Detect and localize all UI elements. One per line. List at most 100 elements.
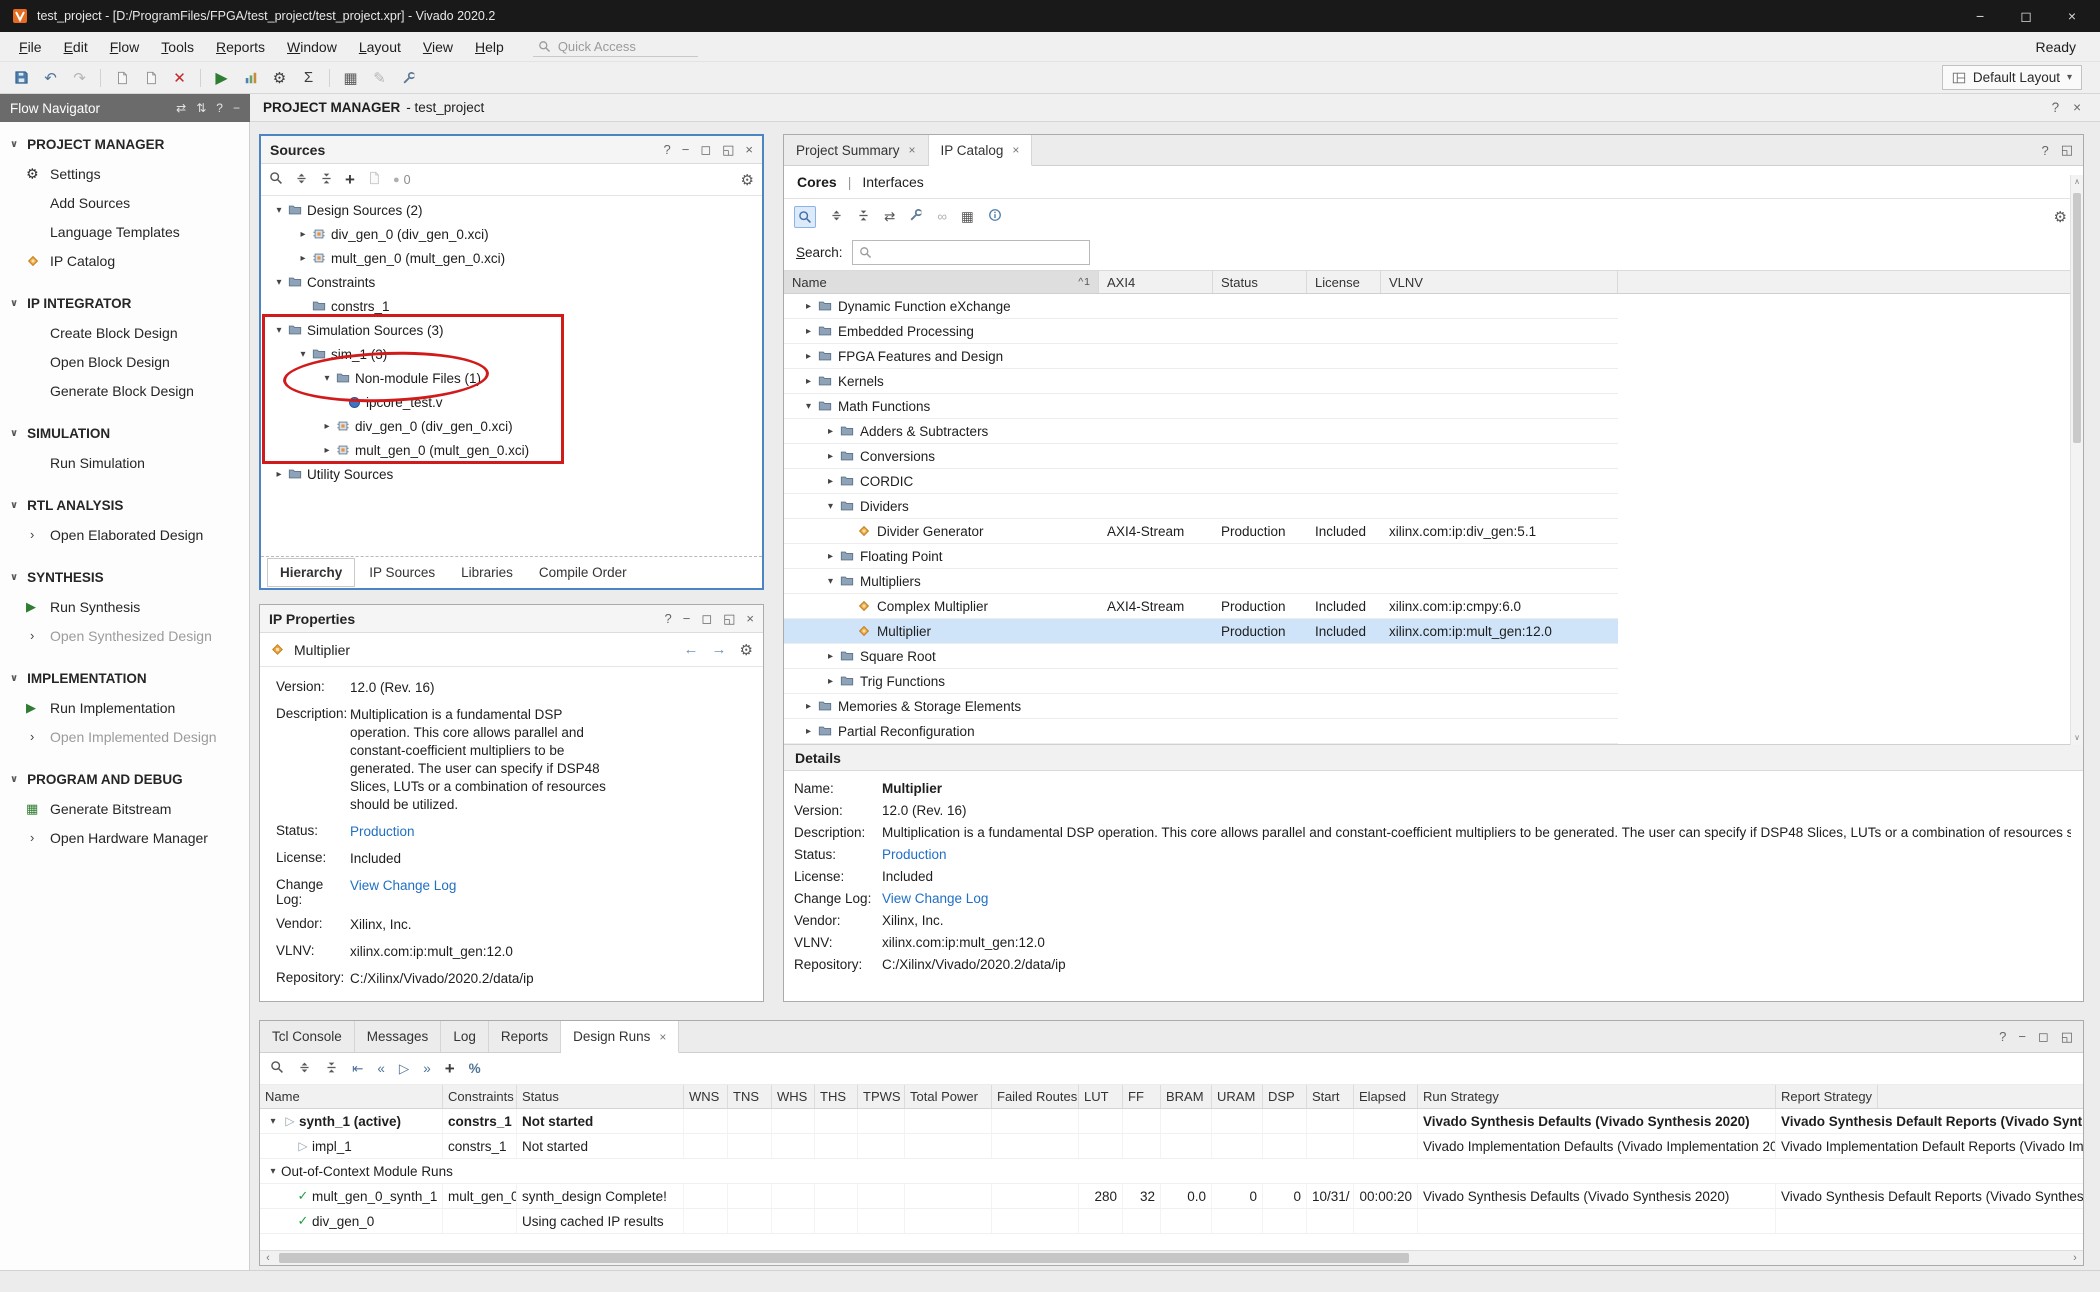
info-icon[interactable] xyxy=(988,208,1002,225)
close-icon[interactable]: × xyxy=(2073,100,2081,115)
subtab-interfaces[interactable]: Interfaces xyxy=(862,174,923,190)
column-header-name[interactable]: Name xyxy=(260,1085,443,1108)
run-row-mult-gen-0-synth-1[interactable]: ✓mult_gen_0_synth_1 mult_gen_0 synth_des… xyxy=(260,1184,2083,1209)
menu-window[interactable]: Window xyxy=(276,34,348,60)
percent-icon[interactable]: % xyxy=(469,1061,481,1076)
chevron-right-icon[interactable]: ▸ xyxy=(822,451,839,462)
chevron-right-icon[interactable]: ▸ xyxy=(800,301,817,312)
edit-pencil-button[interactable]: ✎ xyxy=(366,65,393,91)
column-header-elapsed[interactable]: Elapsed xyxy=(1354,1085,1418,1108)
menu-tools[interactable]: Tools xyxy=(150,34,205,60)
column-header-report-strategy[interactable]: Report Strategy xyxy=(1776,1085,1878,1108)
run-icon[interactable]: ▷ xyxy=(399,1061,409,1077)
swap-icon[interactable]: ⇄ xyxy=(176,101,186,115)
flow-nav-item-open-hardware-manager[interactable]: › Open Hardware Manager xyxy=(0,823,249,852)
menu-file[interactable]: File xyxy=(8,34,53,60)
column-header-start[interactable]: Start xyxy=(1307,1085,1354,1108)
catalog-category-row[interactable]: ▸Embedded Processing xyxy=(784,319,1618,344)
forward-icon[interactable]: → xyxy=(712,641,727,658)
column-header-failed-routes[interactable]: Failed Routes xyxy=(992,1085,1079,1108)
copy-button[interactable] xyxy=(108,65,135,91)
run-row-div-gen-0[interactable]: ✓div_gen_0 Using cached IP results xyxy=(260,1209,2083,1234)
customize-wrench-icon[interactable] xyxy=(909,208,923,225)
catalog-category-row[interactable]: ▸CORDIC xyxy=(784,469,1618,494)
column-header-constraints[interactable]: Constraints xyxy=(443,1085,517,1108)
column-header-dsp[interactable]: DSP xyxy=(1263,1085,1307,1108)
chevron-right-icon[interactable]: ▸ xyxy=(295,253,311,264)
settings-gear-icon[interactable]: ⚙ xyxy=(741,171,754,189)
menu-reports[interactable]: Reports xyxy=(205,34,276,60)
float-icon[interactable]: ◱ xyxy=(2061,1029,2073,1045)
back-icon[interactable]: ← xyxy=(684,641,699,658)
tab-design-runs[interactable]: Design Runs × xyxy=(561,1021,679,1053)
settings-gear-icon[interactable]: ⚙ xyxy=(740,641,753,659)
expand-all-icon[interactable] xyxy=(325,1061,338,1077)
chevron-right-icon[interactable]: ▸ xyxy=(800,351,817,362)
run-row-synth-1[interactable]: ▾▷synth_1 (active) constrs_1 Not started… xyxy=(260,1109,2083,1134)
chevron-down-icon[interactable]: ▾ xyxy=(295,349,311,360)
status-link[interactable]: Production xyxy=(882,847,2071,862)
flow-nav-item-run-implementation[interactable]: ▶ Run Implementation xyxy=(0,693,249,722)
catalog-category-row[interactable]: ▾Math Functions xyxy=(784,394,1618,419)
flow-nav-item-open-elaborated-design[interactable]: › Open Elaborated Design xyxy=(0,520,249,549)
tree-item-constraints[interactable]: ▾ Constraints xyxy=(261,270,762,294)
flow-nav-item-run-simulation[interactable]: Run Simulation xyxy=(0,448,249,477)
search-icon[interactable] xyxy=(270,1060,284,1077)
tree-item-div-gen-0[interactable]: ▸ div_gen_0 (div_gen_0.xci) xyxy=(261,222,762,246)
column-header-status[interactable]: Status xyxy=(517,1085,684,1108)
menu-layout[interactable]: Layout xyxy=(348,34,412,60)
menu-view[interactable]: View xyxy=(412,34,464,60)
run-row-impl-1[interactable]: ▷impl_1 constrs_1 Not started Vivado Imp… xyxy=(260,1134,2083,1159)
section-header-simulation[interactable]: ∨ SIMULATION xyxy=(0,419,249,448)
tree-item-sim-mult-gen-0[interactable]: ▸ mult_gen_0 (mult_gen_0.xci) xyxy=(261,438,762,462)
chevron-right-icon[interactable]: ▸ xyxy=(271,469,287,480)
chevron-right-icon[interactable]: ▸ xyxy=(800,701,817,712)
minimize-icon[interactable]: − xyxy=(683,611,691,627)
maximize-icon[interactable]: ◻ xyxy=(2038,1029,2049,1045)
maximize-icon[interactable]: ◻ xyxy=(701,611,712,627)
create-runs-icon[interactable]: + xyxy=(445,1059,455,1079)
tab-libraries[interactable]: Libraries xyxy=(449,559,525,586)
tree-item-mult-gen-0[interactable]: ▸ mult_gen_0 (mult_gen_0.xci) xyxy=(261,246,762,270)
tab-tcl-console[interactable]: Tcl Console xyxy=(260,1021,355,1052)
restore-hierarchy-icon[interactable]: ⇄ xyxy=(884,209,895,225)
section-header-project-manager[interactable]: ∨ PROJECT MANAGER xyxy=(0,130,249,159)
subtab-cores[interactable]: Cores xyxy=(797,174,837,190)
ip-properties-header[interactable]: IP Properties ? − ◻ ◱ × xyxy=(260,605,763,633)
tree-item-design-sources[interactable]: ▾ Design Sources (2) xyxy=(261,198,762,222)
window-maximize-button[interactable]: ◻ xyxy=(2020,8,2032,25)
column-header-ths[interactable]: THS xyxy=(815,1085,858,1108)
help-icon[interactable]: ? xyxy=(663,142,670,158)
scroll-down-icon[interactable]: ∨ xyxy=(2071,731,2083,745)
sources-panel-header[interactable]: Sources ? − ◻ ◱ × xyxy=(261,136,762,164)
scroll-left-icon[interactable]: ‹ xyxy=(260,1252,276,1264)
section-header-program-and-debug[interactable]: ∨ PROGRAM AND DEBUG xyxy=(0,765,249,794)
horizontal-scrollbar[interactable]: ‹ › xyxy=(260,1250,2083,1265)
help-icon[interactable]: ? xyxy=(1999,1029,2006,1044)
collapse-all-icon[interactable] xyxy=(295,172,308,188)
close-icon[interactable]: × xyxy=(745,142,753,158)
chevron-down-icon[interactable]: ▾ xyxy=(265,1166,281,1177)
undo-button[interactable]: ↶ xyxy=(37,65,64,91)
column-header-vlnv[interactable]: VLNV xyxy=(1381,271,1618,293)
reports-chart-button[interactable] xyxy=(237,65,264,91)
chevron-right-icon[interactable]: ▸ xyxy=(319,445,335,456)
flow-nav-item-create-block-design[interactable]: Create Block Design xyxy=(0,318,249,347)
flow-nav-item-open-synthesized-design[interactable]: › Open Synthesized Design xyxy=(0,621,249,650)
chevron-down-icon[interactable]: ▾ xyxy=(822,501,839,512)
column-header-wns[interactable]: WNS xyxy=(684,1085,728,1108)
expand-collapse-icon[interactable]: ⇅ xyxy=(196,101,206,115)
catalog-category-row[interactable]: ▸Kernels xyxy=(784,369,1618,394)
close-icon[interactable]: × xyxy=(659,1030,666,1044)
run-button[interactable]: ▶ xyxy=(208,65,235,91)
flow-nav-item-settings[interactable]: ⚙ Settings xyxy=(0,159,249,188)
run-group-out-of-context[interactable]: ▾Out-of-Context Module Runs xyxy=(260,1159,2083,1184)
tree-item-constrs-1[interactable]: constrs_1 xyxy=(261,294,762,318)
tree-item-sim-div-gen-0[interactable]: ▸ div_gen_0 (div_gen_0.xci) xyxy=(261,414,762,438)
catalog-ip-row-multiplier[interactable]: Multiplier Production Included xilinx.co… xyxy=(784,619,1618,644)
column-header-run-strategy[interactable]: Run Strategy xyxy=(1418,1085,1776,1108)
open-file-icon[interactable] xyxy=(367,171,381,188)
catalog-ip-row-divider-generator[interactable]: Divider Generator AXI4-Stream Production… xyxy=(784,519,1618,544)
column-header-status[interactable]: Status xyxy=(1213,271,1307,293)
column-header-tpws[interactable]: TPWS xyxy=(858,1085,905,1108)
